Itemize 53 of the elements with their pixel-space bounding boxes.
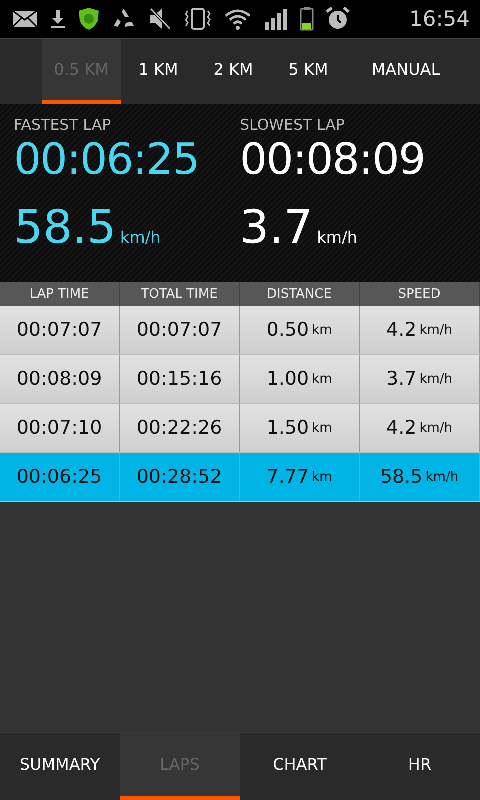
lap-time: 00:06:25 [14,134,200,186]
cell-value: 4.2 [386,417,417,439]
lap-speed: 58.5 [14,200,116,254]
cell-value: 1.50 [266,417,310,439]
cell-value: 00:07:07 [16,319,102,341]
unit-label: km [312,420,332,436]
cell-value: 0.50 [266,319,310,341]
unit-label: km [312,322,332,338]
lap-time: 00:08:09 [240,134,426,186]
lap-label: SLOWEST LAP [240,116,346,134]
cell-value: 4.2 [386,319,417,341]
section-tab[interactable]: CHART [240,733,360,800]
unit-label: km/h [420,322,453,338]
clock-time: 16:54 [409,7,470,31]
signal-icon [264,8,288,30]
cell-value: 3.7 [386,368,417,390]
unit-label: km [312,372,332,386]
cell-value: 7.77 [266,466,310,488]
mail-icon [12,10,38,28]
cell-value: 1.00 [266,368,310,390]
cell-value: 00:07:07 [136,319,222,341]
cell-value: 00:22:26 [136,417,222,439]
cell-value: 00:28:52 [136,466,222,488]
muted-speaker-icon [148,8,172,30]
battery-icon [300,7,314,31]
cell-value: 00:06:25 [16,466,102,488]
unit-label: km/h [420,372,453,386]
unit-label: km [312,470,332,484]
unit-label: km/h [317,228,358,247]
download-icon [50,9,66,29]
cell-value: 00:15:16 [136,368,222,390]
lap-row[interactable]: 00:06:25 00:28:52 7.77 km 58.5 km/h [0,453,480,502]
cell-value: 00:08:09 [16,368,102,390]
lap-speed: 3.7 [240,200,314,254]
lap-row[interactable]: 00:08:09 00:15:16 1.00 km 3.7 km/h [0,355,480,404]
unit-label: km/h [120,228,161,247]
section-tab[interactable]: HR [360,733,480,800]
shield-icon [78,7,100,31]
lap-label: FASTEST LAP [14,116,112,134]
unit-label: km/h [420,420,453,436]
wifi-icon [224,8,252,30]
lap-row[interactable]: 00:07:10 00:22:26 1.50 km 4.2 km/h [0,404,480,453]
cell-value: 58.5 [380,466,423,488]
distance-tab[interactable]: 5 KM [271,39,346,104]
lap-row[interactable]: 00:07:07 00:07:07 0.50 km 4.2 km/h [0,306,480,355]
vibrate-icon [184,8,212,30]
distance-tab[interactable]: 1 KM [121,39,196,104]
unit-label: km/h [426,470,459,484]
distance-tab[interactable]: MANUAL [346,39,466,104]
cell-value: 00:07:10 [16,417,102,439]
section-tab[interactable]: SUMMARY [0,733,120,800]
alarm-clock-icon [326,7,350,31]
distance-tab[interactable]: 2 KM [196,39,271,104]
